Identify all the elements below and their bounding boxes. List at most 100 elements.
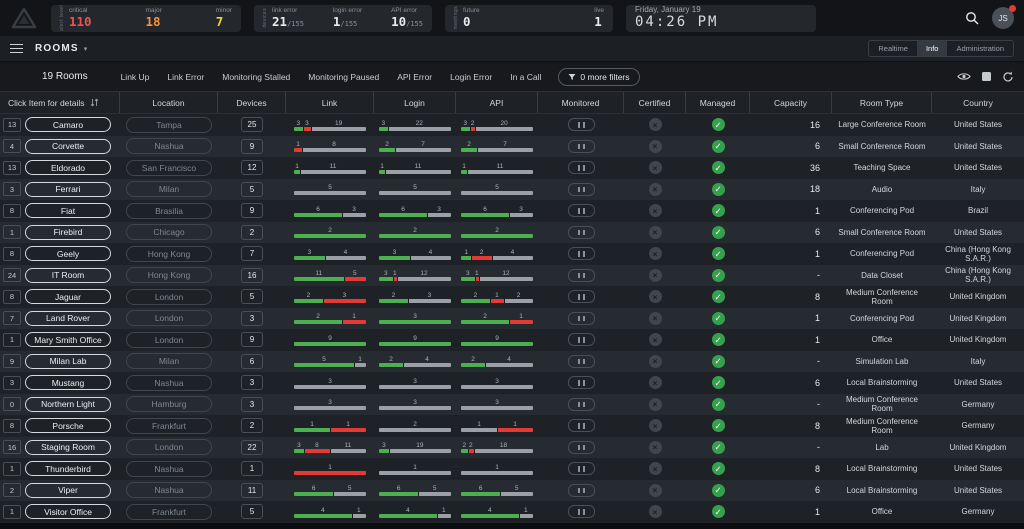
filter-chip-link-error[interactable]: Link Error — [158, 72, 213, 82]
room-name-button[interactable]: Fiat — [25, 203, 111, 218]
monitored-cell — [538, 351, 624, 373]
login-cell: 24 — [374, 351, 456, 373]
filter-chip-in-a-call[interactable]: In a Call — [501, 72, 550, 82]
room-name-button[interactable]: Mustang — [25, 375, 111, 390]
bar-segment-green — [294, 320, 342, 324]
sort-icon[interactable] — [90, 98, 99, 107]
column-header-login[interactable]: Login — [374, 92, 456, 113]
managed-check-icon: ✓ — [712, 247, 725, 260]
room-name-button[interactable]: IT Room — [25, 268, 111, 283]
column-header-certified[interactable]: Certified — [624, 92, 686, 113]
monitored-toggle[interactable] — [568, 441, 595, 454]
monitored-toggle[interactable] — [568, 484, 595, 497]
managed-cell: ✓ — [686, 329, 750, 351]
room-name-button[interactable]: Jaguar — [25, 289, 111, 304]
room-name-button[interactable]: Viper — [25, 483, 111, 498]
bar-segment-count: 1 — [294, 420, 330, 428]
monitored-toggle[interactable] — [568, 398, 595, 411]
room-name-button[interactable]: Camaro — [25, 117, 111, 132]
alert-count-badge: 13 — [3, 118, 21, 132]
monitored-toggle[interactable] — [568, 290, 595, 303]
monitored-toggle[interactable] — [568, 505, 595, 518]
column-header-room-type[interactable]: Room Type — [832, 92, 932, 113]
room-name-button[interactable]: Porsche — [25, 418, 111, 433]
grid-view-button[interactable] — [982, 72, 991, 81]
capacity-value: - — [750, 265, 832, 287]
app-logo[interactable] — [10, 7, 38, 29]
bar-segment-count: 5 — [461, 183, 533, 191]
column-header-country[interactable]: Country — [932, 92, 1024, 113]
rooms-menu-label: ROOMS — [35, 43, 79, 54]
not-certified-icon: × — [649, 355, 662, 368]
room-type-value: Medium Conference Room — [832, 415, 932, 437]
tab-info[interactable]: Info — [917, 41, 948, 56]
column-header-api[interactable]: API — [456, 92, 538, 113]
monitored-cell — [538, 265, 624, 287]
pause-bar-icon — [578, 251, 580, 257]
monitored-toggle[interactable] — [568, 118, 595, 131]
monitored-toggle[interactable] — [568, 226, 595, 239]
more-filters-button[interactable]: 0 more filters — [558, 68, 639, 86]
room-name-button[interactable]: Visitor Office — [25, 504, 111, 519]
refresh-button[interactable] — [1002, 71, 1014, 83]
room-name-button[interactable]: Northern Light — [25, 397, 111, 412]
monitored-toggle[interactable] — [568, 140, 595, 153]
managed-check-icon: ✓ — [712, 333, 725, 346]
filter-chip-monitoring-paused[interactable]: Monitoring Paused — [299, 72, 388, 82]
tab-administration[interactable]: Administration — [947, 41, 1013, 56]
hamburger-menu-button[interactable] — [10, 44, 23, 54]
monitored-toggle[interactable] — [568, 355, 595, 368]
filter-chip-link-up[interactable]: Link Up — [112, 72, 159, 82]
monitored-toggle[interactable] — [568, 312, 595, 325]
room-name-button[interactable]: Mary Smith Office — [25, 332, 111, 347]
monitored-toggle[interactable] — [568, 204, 595, 217]
devices-cell: 12 — [218, 157, 286, 179]
user-avatar[interactable]: JS — [992, 7, 1014, 29]
room-name-button[interactable]: Staging Room — [25, 440, 111, 455]
room-name-button[interactable]: Eldorado — [25, 160, 111, 175]
monitored-toggle[interactable] — [568, 269, 595, 282]
visibility-button[interactable] — [957, 72, 971, 81]
bar-segment-green — [379, 127, 388, 131]
room-name-button[interactable]: Geely — [25, 246, 111, 261]
filter-chip-api-error[interactable]: API Error — [388, 72, 441, 82]
room-name-button[interactable]: Corvette — [25, 139, 111, 154]
room-name-button[interactable]: Milan Lab — [25, 354, 111, 369]
filter-chip-monitoring-stalled[interactable]: Monitoring Stalled — [213, 72, 299, 82]
search-button[interactable] — [965, 11, 979, 25]
bar-segment-count: 4 — [492, 248, 533, 256]
monitored-toggle[interactable] — [568, 183, 595, 196]
monitored-toggle[interactable] — [568, 247, 595, 260]
link-status-bar: 2 — [294, 226, 366, 238]
capacity-value: 6 — [750, 480, 832, 502]
login-status-bar: 5 — [379, 183, 451, 195]
monitored-cell — [538, 501, 624, 523]
column-header-devices[interactable]: Devices — [218, 92, 286, 113]
pause-bar-icon — [583, 402, 585, 408]
filter-chip-login-error[interactable]: Login Error — [441, 72, 501, 82]
monitored-toggle[interactable] — [568, 333, 595, 346]
room-name-button[interactable]: Thunderbird — [25, 461, 111, 476]
monitored-toggle[interactable] — [568, 462, 595, 475]
column-header-capacity[interactable]: Capacity — [750, 92, 832, 113]
column-header-monitored[interactable]: Monitored — [538, 92, 624, 113]
room-name-button[interactable]: Ferrari — [25, 182, 111, 197]
not-certified-icon: × — [649, 419, 662, 432]
certified-cell: × — [624, 179, 686, 201]
bar-segment-count: 1 — [490, 291, 504, 299]
tab-realtime[interactable]: Realtime — [869, 41, 917, 56]
rooms-menu-button[interactable]: ROOMS ▾ — [35, 43, 87, 54]
not-certified-icon: × — [649, 247, 662, 260]
room-name-button[interactable]: Firebird — [25, 225, 111, 240]
location-cell: Nashua — [120, 372, 218, 394]
monitored-cell — [538, 437, 624, 459]
column-header-link[interactable]: Link — [286, 92, 374, 113]
column-header-managed[interactable]: Managed — [686, 92, 750, 113]
monitored-toggle[interactable] — [568, 376, 595, 389]
column-header-location[interactable]: Location — [120, 92, 218, 113]
monitored-toggle[interactable] — [568, 419, 595, 432]
monitored-toggle[interactable] — [568, 161, 595, 174]
devices-cell: 9 — [218, 329, 286, 351]
bar-segment-count: 3 — [379, 312, 451, 320]
room-name-button[interactable]: Land Rover — [25, 311, 111, 326]
